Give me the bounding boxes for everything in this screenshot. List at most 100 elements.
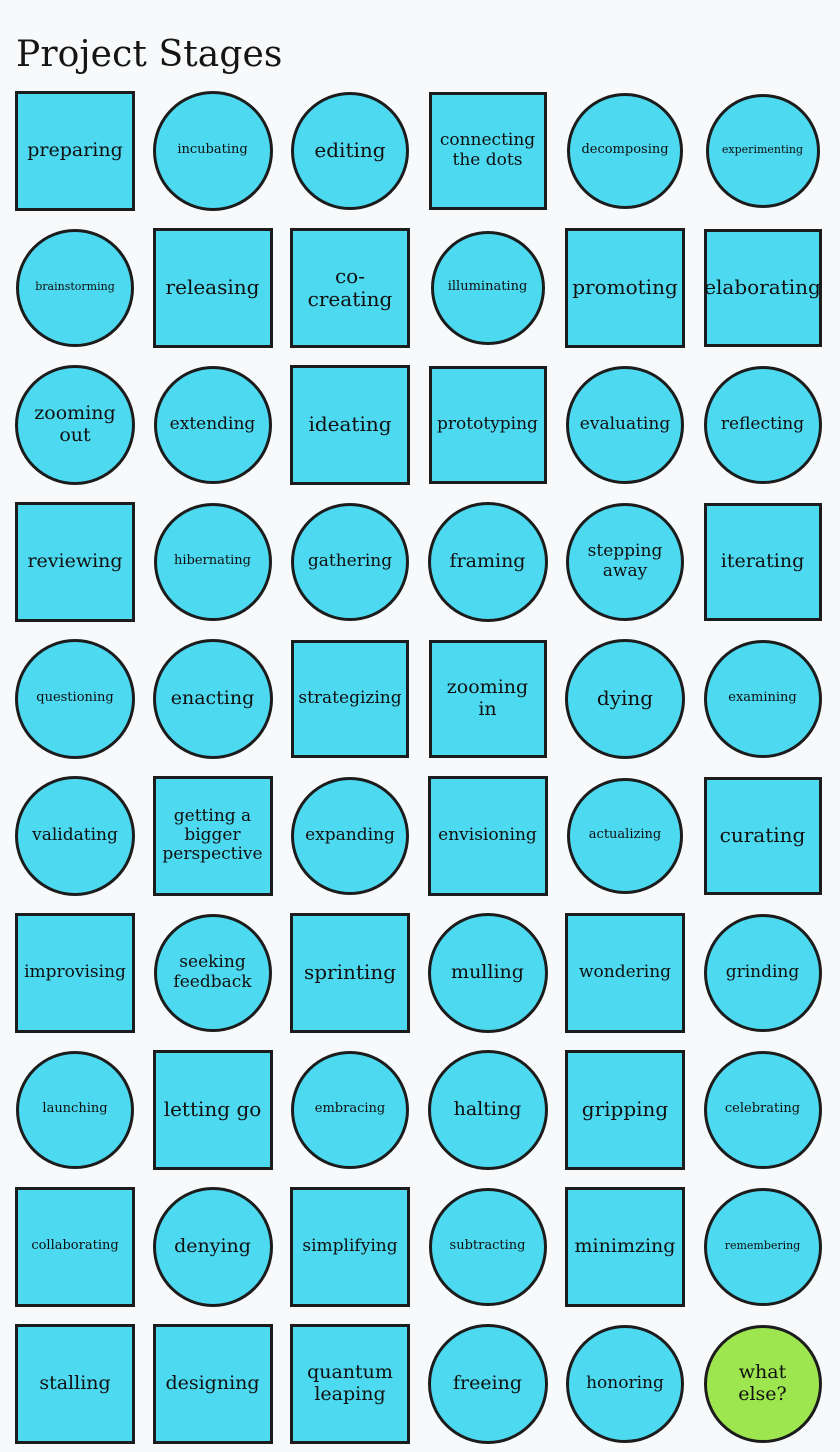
stage-square-shape[interactable]: gripping: [565, 1049, 685, 1170]
stage-circle-shape[interactable]: honoring: [566, 1324, 684, 1443]
stage-circle-shape[interactable]: expanding: [291, 776, 409, 895]
stage-square-shape[interactable]: sprinting: [290, 912, 410, 1033]
stage-circle-shape[interactable]: incubating: [152, 90, 273, 211]
stage-row: preparing incubating editing connecting the…: [0, 82, 840, 219]
stage-label: actualizing: [588, 827, 662, 843]
stage-circle-shape[interactable]: zooming out: [15, 364, 135, 485]
stage-label: brainstorming: [35, 280, 115, 294]
stage-circle-shape[interactable]: what else?: [703, 1324, 822, 1443]
stage-circle-shape[interactable]: framing: [427, 501, 548, 622]
stage-cell: expanding: [282, 767, 419, 904]
stage-square-shape[interactable]: stalling: [15, 1323, 135, 1444]
stage-square-shape[interactable]: co- creating: [290, 227, 410, 348]
stage-circle-shape[interactable]: decomposing: [567, 92, 683, 209]
stage-cell: designing: [144, 1315, 281, 1452]
stage-cell: mulling: [419, 904, 556, 1041]
stage-label: questioning: [36, 690, 114, 706]
stage-circle-shape[interactable]: subtracting: [428, 1187, 547, 1306]
stage-circle-shape[interactable]: halting: [427, 1049, 548, 1170]
stage-circle-shape[interactable]: dying: [565, 638, 685, 759]
stage-circle-shape[interactable]: enacting: [152, 638, 273, 759]
stage-cell: releasing: [144, 219, 281, 356]
stage-square-shape[interactable]: promoting: [565, 227, 685, 348]
stage-circle-shape[interactable]: hibernating: [153, 502, 272, 621]
stage-circle-shape[interactable]: launching: [16, 1050, 134, 1169]
stage-cell: minimzing: [557, 1178, 694, 1315]
stage-circle-shape[interactable]: denying: [152, 1186, 273, 1307]
stage-label: zooming in: [446, 676, 529, 720]
stage-square-shape[interactable]: preparing: [15, 90, 135, 211]
stage-cell: envisioning: [419, 767, 556, 904]
stage-label: simplifying: [302, 1235, 398, 1256]
stage-square-shape[interactable]: minimzing: [565, 1186, 685, 1307]
stage-label: minimzing: [574, 1234, 676, 1257]
stage-cell: promoting: [557, 219, 694, 356]
stage-cell: preparing: [7, 82, 144, 219]
stage-square-shape[interactable]: getting a bigger perspective: [152, 775, 273, 896]
stage-square-shape[interactable]: elaborating: [703, 228, 822, 347]
stage-circle-shape[interactable]: experimenting: [705, 93, 820, 208]
stage-square-shape[interactable]: iterating: [703, 502, 822, 621]
stage-circle-shape[interactable]: remembering: [703, 1187, 822, 1306]
stage-cell: zooming in: [419, 630, 556, 767]
stage-square-shape[interactable]: curating: [703, 776, 822, 895]
stage-circle-shape[interactable]: reflecting: [703, 365, 822, 484]
stage-circle-shape[interactable]: questioning: [15, 638, 135, 759]
stage-cell: evaluating: [557, 356, 694, 493]
stage-label: elaborating: [704, 275, 821, 300]
stage-square-shape[interactable]: releasing: [152, 227, 273, 348]
stage-square-shape[interactable]: zooming in: [428, 639, 547, 758]
stage-square-shape[interactable]: designing: [152, 1323, 273, 1444]
stage-circle-shape[interactable]: actualizing: [567, 777, 683, 894]
stage-circle-shape[interactable]: brainstorming: [16, 228, 134, 347]
stage-circle-shape[interactable]: freeing: [427, 1323, 548, 1444]
stage-circle-shape[interactable]: embracing: [291, 1050, 409, 1169]
stage-label: halting: [453, 1097, 522, 1120]
stage-circle-shape[interactable]: examining: [703, 639, 822, 758]
stage-square-shape[interactable]: simplifying: [290, 1186, 410, 1307]
stage-label: iterating: [720, 549, 805, 572]
stage-circle-shape[interactable]: grinding: [703, 913, 822, 1032]
stage-label: dying: [596, 686, 654, 711]
stage-circle-shape[interactable]: stepping away: [566, 502, 684, 621]
stage-square-shape[interactable]: quantum leaping: [290, 1323, 410, 1444]
stage-square-shape[interactable]: envisioning: [427, 775, 548, 896]
stage-circle-shape[interactable]: seeking feedback: [153, 913, 272, 1032]
stage-circle-shape[interactable]: evaluating: [566, 365, 684, 484]
stage-circle-shape[interactable]: gathering: [291, 502, 409, 621]
stage-square-shape[interactable]: strategizing: [291, 639, 409, 758]
stage-grid: preparing incubating editing connecting the…: [0, 82, 840, 1452]
stage-label: extending: [169, 413, 256, 434]
stage-cell: curating: [694, 767, 831, 904]
stage-circle-shape[interactable]: editing: [291, 91, 409, 210]
stage-cell: denying: [144, 1178, 281, 1315]
stage-square-shape[interactable]: wondering: [565, 912, 685, 1033]
stage-label: gripping: [581, 1097, 669, 1122]
stage-label: illuminating: [447, 279, 528, 295]
stage-square-shape[interactable]: connecting the dots: [428, 91, 547, 210]
stage-cell: editing: [282, 82, 419, 219]
stage-square-shape[interactable]: collaborating: [15, 1186, 135, 1307]
stage-circle-shape[interactable]: illuminating: [430, 230, 545, 345]
stage-square-shape[interactable]: letting go: [152, 1049, 273, 1170]
stage-row: improvising seeking feedback sprinting mull…: [0, 904, 840, 1041]
stage-label: subtracting: [449, 1238, 526, 1254]
stage-label: freeing: [452, 1371, 523, 1394]
stage-cell: actualizing: [557, 767, 694, 904]
stage-circle-shape[interactable]: celebrating: [703, 1050, 822, 1169]
stage-square-shape[interactable]: ideating: [290, 364, 410, 485]
stage-row: brainstorming releasing co- creating illumi…: [0, 219, 840, 356]
stage-square-shape[interactable]: improvising: [15, 912, 135, 1033]
stage-cell: remembering: [694, 1178, 831, 1315]
stage-circle-shape[interactable]: mulling: [427, 912, 548, 1033]
stage-cell: quantum leaping: [282, 1315, 419, 1452]
stage-cell: strategizing: [282, 630, 419, 767]
stage-cell: gathering: [282, 493, 419, 630]
stage-circle-shape[interactable]: extending: [153, 365, 272, 484]
stage-label: wondering: [578, 961, 672, 982]
stage-square-shape[interactable]: reviewing: [15, 501, 135, 622]
stage-circle-shape[interactable]: validating: [15, 775, 135, 896]
stage-square-shape[interactable]: prototyping: [428, 365, 547, 484]
stage-label: decomposing: [581, 142, 669, 158]
stage-cell: hibernating: [144, 493, 281, 630]
